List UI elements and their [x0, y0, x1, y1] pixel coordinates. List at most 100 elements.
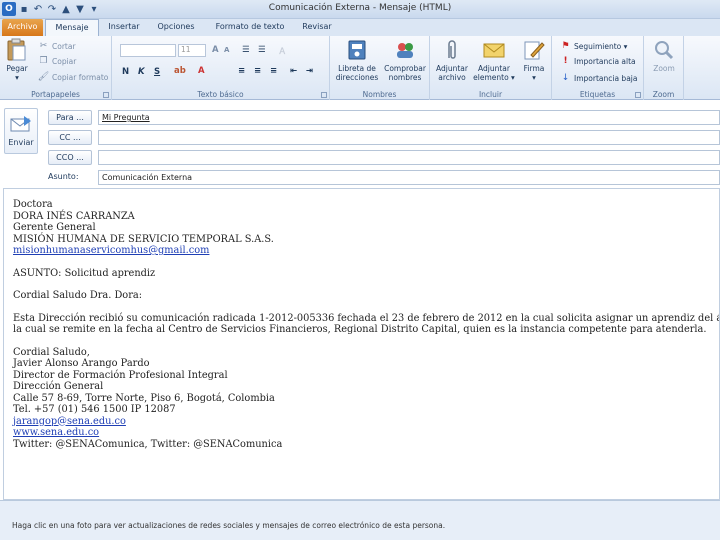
address-book-button[interactable]: Libreta de direcciones — [334, 38, 380, 82]
highlight-icon[interactable]: ab — [174, 66, 186, 76]
numbering-icon[interactable]: ☰ — [258, 45, 266, 55]
follow-up-button[interactable]: ⚑ Seguimiento ▾ — [560, 41, 627, 51]
paste-button[interactable]: Pegar ▾ — [3, 38, 31, 82]
tab-mensaje[interactable]: Mensaje — [45, 19, 99, 36]
cc-field[interactable] — [98, 130, 720, 145]
basic-text-launcher-icon[interactable] — [321, 92, 327, 98]
tab-revisar[interactable]: Revisar — [298, 19, 336, 36]
attach-file-label: Adjuntar archivo — [436, 64, 468, 82]
bcc-field[interactable] — [98, 150, 720, 165]
group-etiquetas: ⚑ Seguimiento ▾ ! Importancia alta ↓ Import… — [552, 36, 644, 100]
copy-button[interactable]: ❐ Copiar — [38, 56, 76, 66]
cut-button[interactable]: ✂ Cortar — [38, 41, 76, 51]
send-label: Enviar — [8, 138, 34, 147]
check-names-icon — [393, 38, 417, 62]
down-arrow-importance-icon: ↓ — [561, 73, 570, 83]
to-button[interactable]: Para ... — [48, 110, 92, 125]
bullets-icon[interactable]: ☰ — [242, 45, 250, 55]
people-pane-hint[interactable]: Haga clic en una foto para ver actualiza… — [12, 521, 445, 530]
message-body[interactable]: Doctora DORA INÉS CARRANZA Gerente Gener… — [3, 188, 720, 500]
signature-line: Twitter: @SENAComunica, Twitter: @SENACo… — [13, 438, 283, 450]
copy-icon: ❐ — [39, 56, 48, 66]
align-center-icon[interactable]: ≡ — [254, 66, 261, 76]
check-names-label: Comprobar nombres — [384, 64, 426, 82]
tab-opciones[interactable]: Opciones — [154, 19, 198, 36]
bcc-button[interactable]: CCO ... — [48, 150, 92, 165]
signature-line: Cordial Saludo, — [13, 346, 90, 358]
email-link[interactable]: misionhumanaservicomhus@gmail.com — [13, 245, 719, 257]
body-gap — [13, 279, 719, 290]
greeting-line: Cordial Saludo Dra. Dora: — [13, 290, 143, 301]
paperclip-icon — [440, 38, 464, 62]
body-line: Gerente General — [13, 222, 96, 233]
ribbon-tabs: Archivo Mensaje Insertar Opciones Format… — [0, 19, 720, 36]
signature-email-link[interactable]: jarangop@sena.edu.co — [13, 416, 719, 428]
address-book-icon — [345, 38, 369, 62]
group-label-zoom: Zoom — [652, 90, 675, 99]
align-left-icon[interactable]: ≡ — [238, 66, 245, 76]
attach-file-button[interactable]: Adjuntar archivo — [432, 38, 472, 82]
format-painter-button[interactable]: 🖌 Copiar formato — [38, 72, 109, 82]
tab-formato-de-texto[interactable]: Formato de texto — [212, 19, 288, 36]
signature-line: Dirección General — [13, 381, 104, 392]
font-name-combo[interactable] — [120, 44, 176, 57]
underline-button[interactable]: S — [154, 67, 160, 77]
signature-line: Calle 57 8-69, Torre Norte, Piso 6, Bogo… — [13, 392, 275, 404]
subject-field[interactable]: Comunicación Externa — [98, 170, 720, 185]
zoom-label: Zoom — [653, 64, 675, 73]
address-book-label: Libreta de direcciones — [335, 64, 379, 82]
message-text[interactable]: Doctora DORA INÉS CARRANZA Gerente Gener… — [13, 199, 719, 450]
clear-format-icon[interactable]: Ａ — [278, 45, 287, 57]
attach-item-label: Adjuntar elemento ▾ — [473, 64, 515, 82]
tags-launcher-icon[interactable] — [635, 92, 641, 98]
increase-indent-icon[interactable]: ⇥ — [306, 66, 313, 76]
body-line: la cual se remite en la fecha al Centro … — [13, 324, 707, 335]
to-field[interactable]: Mi Pregunta — [98, 110, 720, 125]
body-gap — [13, 336, 719, 347]
paste-label: Pegar — [6, 64, 28, 73]
body-gap — [13, 257, 719, 268]
shrink-font-icon[interactable]: A — [224, 46, 229, 54]
signature-line: Director de Formación Profesional Integr… — [13, 369, 228, 381]
low-importance-button[interactable]: ↓ Importancia baja — [560, 73, 638, 83]
group-label-etiquetas: Etiquetas — [579, 90, 616, 99]
signature-label: Firma ▾ — [523, 64, 545, 82]
clipboard-icon — [5, 38, 29, 62]
high-importance-label: Importancia alta — [574, 56, 636, 66]
body-line: Doctora — [13, 199, 53, 210]
check-names-button[interactable]: Comprobar nombres — [382, 38, 428, 82]
to-recipient[interactable]: Mi Pregunta — [102, 113, 150, 122]
group-zoom: Zoom Zoom — [644, 36, 684, 100]
subject-line: ASUNTO: Solicitud aprendiz — [13, 267, 156, 279]
website-link[interactable]: www.sena.edu.co — [13, 427, 719, 439]
send-button[interactable]: Enviar — [4, 108, 38, 154]
cc-button[interactable]: CC ... — [48, 130, 92, 145]
signature-button[interactable]: Firma ▾ — [518, 38, 550, 82]
clipboard-launcher-icon[interactable] — [103, 92, 109, 98]
tab-archivo[interactable]: Archivo — [2, 19, 43, 36]
body-gap — [13, 302, 719, 313]
font-color-icon[interactable]: A — [198, 66, 205, 76]
font-size-value: 11 — [181, 45, 191, 54]
ribbon: Pegar ▾ ✂ Cortar ❐ Copiar 🖌 Copiar formato P… — [0, 36, 720, 100]
group-portapapeles: Pegar ▾ ✂ Cortar ❐ Copiar 🖌 Copiar formato P… — [0, 36, 112, 100]
cut-label: Cortar — [52, 41, 76, 51]
people-pane: Haga clic en una foto para ver actualiza… — [0, 500, 720, 540]
zoom-button[interactable]: Zoom — [648, 38, 680, 73]
magnifier-icon — [652, 38, 676, 62]
align-right-icon[interactable]: ≡ — [270, 66, 277, 76]
exclamation-icon: ! — [563, 56, 568, 66]
high-importance-button[interactable]: ! Importancia alta — [560, 56, 636, 66]
signature-line: Tel. +57 (01) 546 1500 IP 12087 — [13, 404, 176, 415]
copy-label: Copiar — [52, 56, 77, 66]
font-size-combo[interactable]: 11 — [178, 44, 206, 57]
tab-insertar[interactable]: Insertar — [104, 19, 144, 36]
grow-font-icon[interactable]: A — [212, 45, 219, 55]
group-label-incluir: Incluir — [478, 90, 503, 99]
italic-button[interactable]: K — [138, 67, 145, 77]
attach-item-button[interactable]: Adjuntar elemento ▾ — [472, 38, 516, 82]
format-painter-label: Copiar formato — [52, 72, 109, 82]
signature-line: Javier Alonso Arango Pardo — [13, 358, 150, 369]
bold-button[interactable]: N — [122, 67, 129, 77]
decrease-indent-icon[interactable]: ⇤ — [290, 66, 297, 76]
